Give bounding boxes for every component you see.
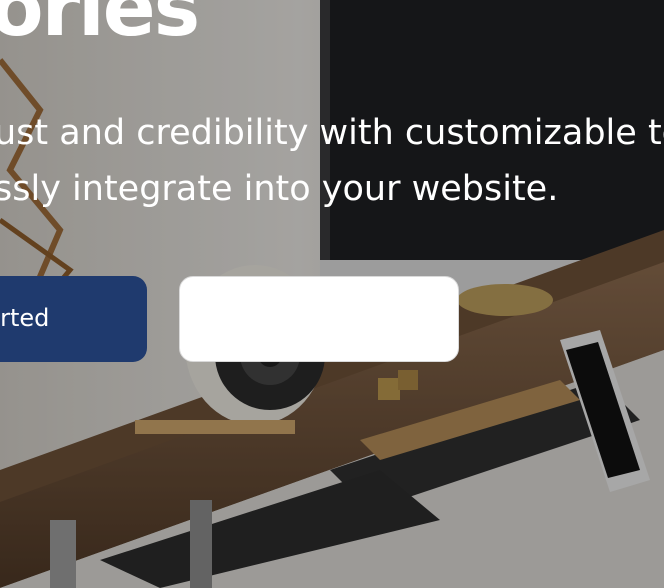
get-started-button[interactable]: tarted [0,276,147,362]
hero-subtitle: ust and credibility with customizable te… [0,105,664,217]
hero-title: ories [0,0,200,54]
hero-subtitle-line-2: ssly integrate into your website. [0,169,559,209]
hero-section: ories ust and credibility with customiza… [0,0,664,588]
get-started-button-label: tarted [0,304,50,332]
secondary-button[interactable] [179,276,459,362]
hero-subtitle-line-1: ust and credibility with customizable te [0,113,664,153]
